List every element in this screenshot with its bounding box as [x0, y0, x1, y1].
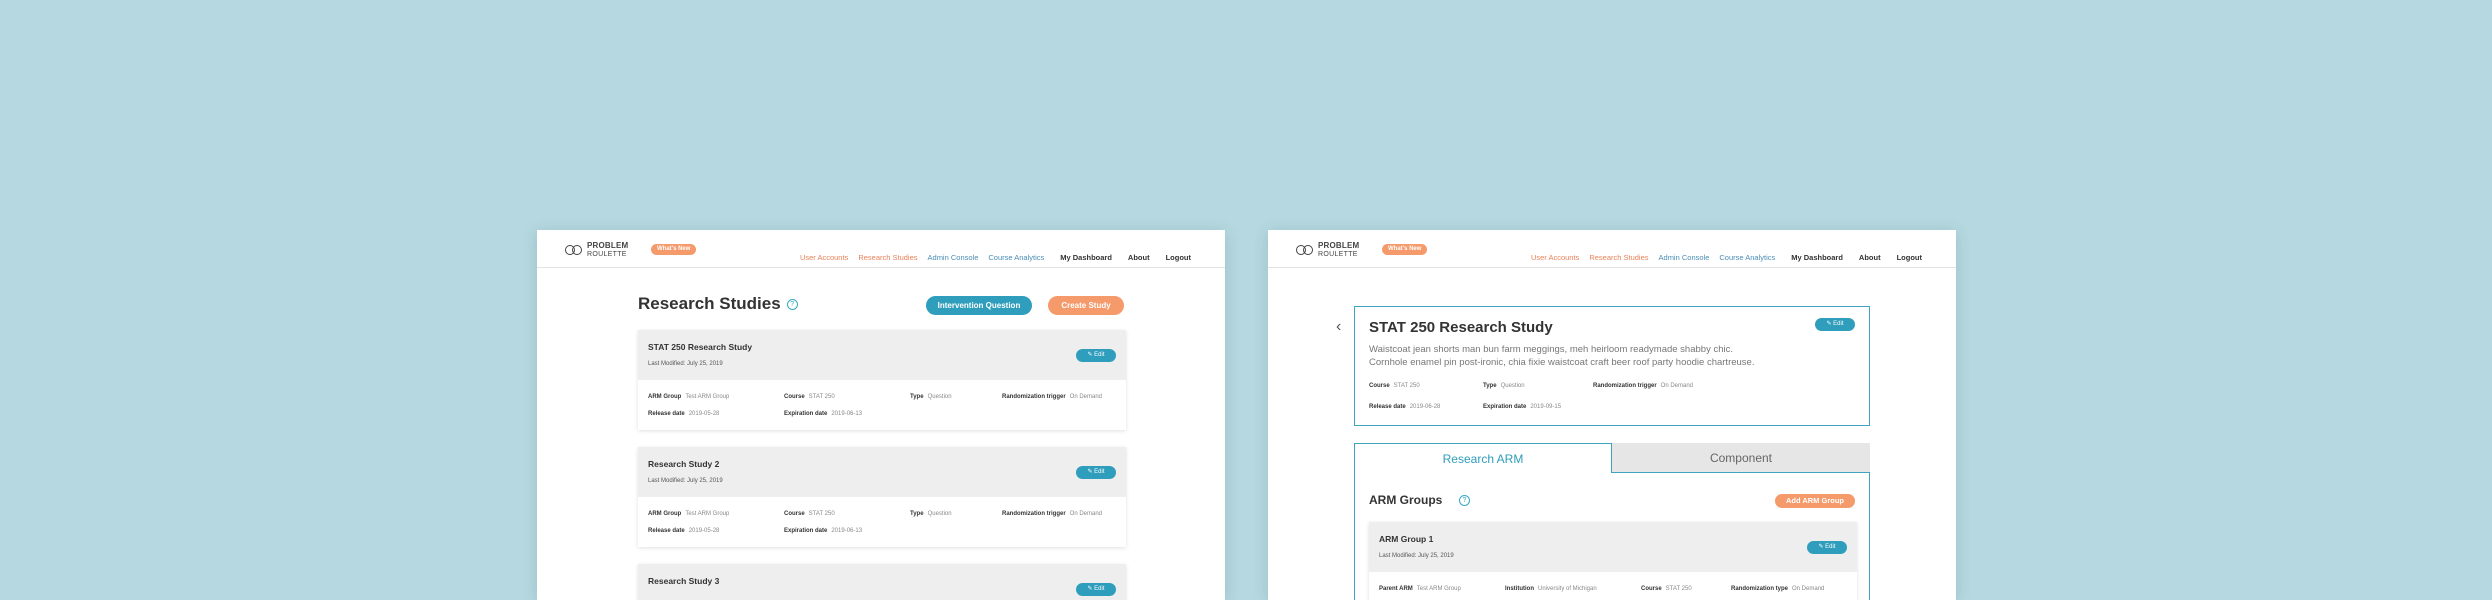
arm-group-card: ARM Group 1 Last Modified: July 25, 2019…: [1369, 522, 1857, 600]
type-field: Type Question: [910, 394, 952, 400]
arm-group-title[interactable]: ARM Group 1: [1379, 534, 1433, 544]
nav-admin-console[interactable]: Admin Console: [1659, 253, 1710, 262]
top-nav-bar: PROBLEM ROULETTE What's New User Account…: [537, 230, 1225, 268]
tab-research-arm[interactable]: Research ARM: [1354, 443, 1612, 473]
study-title[interactable]: Research Study 3: [648, 576, 719, 586]
logo[interactable]: PROBLEM ROULETTE: [1296, 242, 1359, 258]
research-arm-panel: ARM Groups ? Add ARM Group ARM Group 1 L…: [1354, 472, 1870, 600]
randomization-type-field: Randomization type On Demand: [1731, 586, 1825, 592]
nav-about[interactable]: About: [1128, 253, 1150, 262]
logo-line1: PROBLEM: [587, 241, 629, 250]
edit-study-button[interactable]: ✎ Edit: [1815, 318, 1855, 331]
nav-logout[interactable]: Logout: [1897, 253, 1922, 262]
logo-line2: ROULETTE: [1318, 251, 1358, 258]
edit-study-button[interactable]: ✎ Edit: [1076, 583, 1116, 596]
expiration-date-field: Expiration date 2019-06-13: [784, 528, 863, 534]
course-field: Course STAT 250: [784, 394, 835, 400]
release-date-field: Release date 2019-06-28: [1369, 404, 1441, 410]
study-description: Waistcoat jean shorts man bun farm meggi…: [1369, 344, 1755, 368]
course-field: Course STAT 250: [1369, 383, 1420, 389]
nav-my-dashboard[interactable]: My Dashboard: [1791, 253, 1843, 262]
study-card: STAT 250 Research Study Last Modified: J…: [638, 330, 1126, 430]
page-title: Research Studies: [638, 294, 781, 313]
detail-tabs: Research ARM Component: [1354, 443, 1870, 473]
arm-group-field: ARM Group Test ARM Group: [648, 394, 730, 400]
intervention-question-button[interactable]: Intervention Question: [926, 296, 1032, 315]
type-field: Type Question: [910, 511, 952, 517]
institution-field: Institution University of Michigan: [1505, 586, 1597, 592]
release-date-field: Release date 2019-05-28: [648, 411, 720, 417]
study-title[interactable]: STAT 250 Research Study: [648, 342, 752, 352]
study-modified: Last Modified: July 25, 2019: [648, 478, 723, 484]
help-icon[interactable]: ?: [1459, 495, 1470, 506]
arm-group-modified: Last Modified: July 25, 2019: [1379, 553, 1454, 559]
trigger-field: Randomization trigger On Demand: [1002, 511, 1103, 517]
tab-component[interactable]: Component: [1612, 443, 1870, 473]
back-chevron-icon[interactable]: ‹: [1336, 318, 1341, 336]
nav-logout[interactable]: Logout: [1166, 253, 1191, 262]
top-nav-bar: PROBLEM ROULETTE What's New User Account…: [1268, 230, 1956, 268]
type-field: Type Question: [1483, 383, 1525, 389]
help-icon[interactable]: ?: [786, 299, 798, 310]
arm-groups-title: ARM Groups: [1369, 493, 1443, 507]
create-study-button[interactable]: Create Study: [1048, 296, 1124, 315]
main-nav: User Accounts Research Studies Admin Con…: [1531, 253, 1922, 262]
arm-group-field: ARM Group Test ARM Group: [648, 511, 730, 517]
research-studies-window: PROBLEM ROULETTE What's New User Account…: [537, 230, 1225, 600]
logo-line1: PROBLEM: [1318, 241, 1360, 250]
logo[interactable]: PROBLEM ROULETTE: [565, 242, 628, 258]
study-detail-title: STAT 250 Research Study: [1369, 319, 1553, 336]
release-date-field: Release date 2019-05-28: [648, 528, 720, 534]
study-detail-window: PROBLEM ROULETTE What's New User Account…: [1268, 230, 1956, 600]
logo-icon: [1296, 245, 1314, 255]
main-nav: User Accounts Research Studies Admin Con…: [800, 253, 1191, 262]
study-modified: Last Modified: July 25, 2019: [648, 361, 723, 367]
edit-study-button[interactable]: ✎ Edit: [1076, 349, 1116, 362]
expiration-date-field: Expiration date 2019-06-13: [784, 411, 863, 417]
study-card: Research Study 2 Last Modified: July 25,…: [638, 447, 1126, 547]
nav-research-studies[interactable]: Research Studies: [1589, 253, 1648, 262]
study-card: Research Study 3 ✎ Edit: [638, 564, 1126, 600]
trigger-field: Randomization trigger On Demand: [1593, 383, 1694, 389]
logo-icon: [565, 245, 583, 255]
nav-user-accounts[interactable]: User Accounts: [800, 253, 848, 262]
nav-user-accounts[interactable]: User Accounts: [1531, 253, 1579, 262]
study-detail-card: STAT 250 Research Study ✎ Edit Waistcoat…: [1354, 306, 1870, 426]
edit-study-button[interactable]: ✎ Edit: [1076, 466, 1116, 479]
add-arm-group-button[interactable]: Add ARM Group: [1775, 494, 1855, 508]
whats-new-button[interactable]: What's New: [651, 244, 697, 255]
trigger-field: Randomization trigger On Demand: [1002, 394, 1103, 400]
study-title[interactable]: Research Study 2: [648, 459, 719, 469]
course-field: Course STAT 250: [784, 511, 835, 517]
whats-new-button[interactable]: What's New: [1382, 244, 1428, 255]
nav-course-analytics[interactable]: Course Analytics: [988, 253, 1044, 262]
nav-research-studies[interactable]: Research Studies: [858, 253, 917, 262]
logo-line2: ROULETTE: [587, 251, 627, 258]
course-field: Course STAT 250: [1641, 586, 1692, 592]
expiration-date-field: Expiration date 2019-09-15: [1483, 404, 1562, 410]
parent-arm-field: Parent ARM Test ARM Group: [1379, 586, 1461, 592]
nav-my-dashboard[interactable]: My Dashboard: [1060, 253, 1112, 262]
nav-course-analytics[interactable]: Course Analytics: [1719, 253, 1775, 262]
edit-arm-group-button[interactable]: ✎ Edit: [1807, 541, 1847, 554]
nav-about[interactable]: About: [1859, 253, 1881, 262]
nav-admin-console[interactable]: Admin Console: [928, 253, 979, 262]
